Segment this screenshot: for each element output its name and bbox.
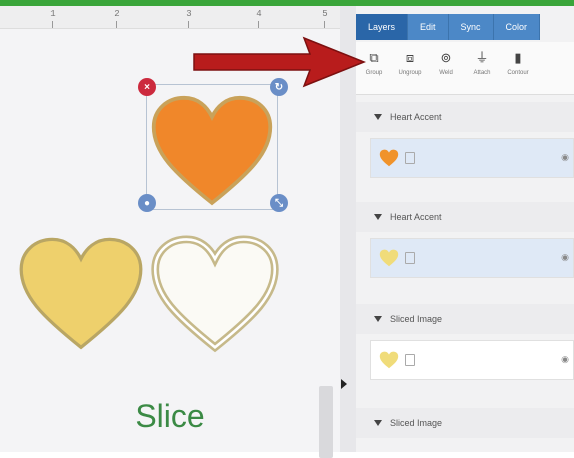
contour-button[interactable]: ▮ Contour xyxy=(500,42,536,94)
layer-group: Sliced Image ◉ xyxy=(356,304,574,380)
ungroup-label: Ungroup xyxy=(398,70,422,76)
caret-down-icon xyxy=(374,114,382,120)
ruler-tick: 5 xyxy=(316,9,334,28)
attach-label: Attach xyxy=(473,70,491,76)
resize-handle-icon[interactable]: ⤡ xyxy=(270,194,288,212)
heart-thumb-icon xyxy=(379,351,399,369)
group-label: Group xyxy=(365,70,383,76)
layer-toolbar: ⧉ Group ⧈ Ungroup ⊚ Weld ⏚ Attach ▮ Cont… xyxy=(356,42,574,95)
ruler-tick: 2 xyxy=(108,9,126,28)
layer-group-title: Sliced Image xyxy=(390,418,443,428)
red-arrow-annotation xyxy=(193,36,367,88)
tab-sync[interactable]: Sync xyxy=(448,14,494,40)
weld-icon: ⊚ xyxy=(440,50,452,65)
attach-button[interactable]: ⏚ Attach xyxy=(464,42,500,94)
outline-heart-shape[interactable] xyxy=(150,234,280,354)
ruler-tick: 3 xyxy=(180,9,198,28)
weld-label: Weld xyxy=(439,70,453,76)
layer-group: Heart Accent ◉ xyxy=(356,202,574,278)
lock-handle-icon[interactable]: ● xyxy=(138,194,156,212)
lock-icon[interactable] xyxy=(405,152,415,164)
layer-group: Sliced Image xyxy=(356,408,574,438)
visibility-icon[interactable]: ◉ xyxy=(561,252,569,263)
caret-down-icon xyxy=(374,316,382,322)
tab-color[interactable]: Color xyxy=(493,14,541,40)
weld-button[interactable]: ⊚ Weld xyxy=(428,42,464,94)
layer-group: Heart Accent ◉ xyxy=(356,102,574,178)
contour-label: Contour xyxy=(507,70,529,76)
visibility-icon[interactable]: ◉ xyxy=(561,354,569,365)
heart-thumb-icon xyxy=(379,149,399,167)
tab-edit[interactable]: Edit xyxy=(408,14,449,40)
yellow-heart-shape[interactable] xyxy=(16,234,146,354)
ruler-tick: 4 xyxy=(250,9,268,28)
orange-heart-shape[interactable] xyxy=(148,94,276,208)
visibility-icon[interactable]: ◉ xyxy=(561,152,569,163)
lock-icon[interactable] xyxy=(405,252,415,264)
layer-row[interactable]: ◉ xyxy=(370,340,574,380)
layer-group-header[interactable]: Heart Accent xyxy=(356,102,574,132)
delete-handle-icon[interactable]: × xyxy=(138,78,156,96)
ungroup-button[interactable]: ⧈ Ungroup xyxy=(392,42,428,94)
panel-tabs: Layers Edit Sync Color xyxy=(356,14,541,40)
caret-down-icon xyxy=(374,214,382,220)
layer-group-title: Heart Accent xyxy=(390,212,442,222)
attach-icon: ⏚ xyxy=(475,50,489,65)
caret-down-icon xyxy=(374,420,382,426)
layer-row[interactable]: ◉ xyxy=(370,138,574,178)
contour-icon: ▮ xyxy=(514,50,522,65)
layer-group-title: Heart Accent xyxy=(390,112,442,122)
slice-label: Slice xyxy=(135,398,205,434)
ruler-tick: 1 xyxy=(44,9,62,28)
layer-group-header[interactable]: Sliced Image xyxy=(356,304,574,334)
lock-icon[interactable] xyxy=(405,354,415,366)
group-icon: ⧉ xyxy=(369,50,379,65)
layer-group-header[interactable]: Sliced Image xyxy=(356,408,574,438)
canvas-scrollbar[interactable] xyxy=(319,386,333,458)
ungroup-icon: ⧈ xyxy=(405,50,415,65)
layer-group-title: Sliced Image xyxy=(390,314,443,324)
collapse-arrow-icon[interactable] xyxy=(341,379,347,389)
layer-group-header[interactable]: Heart Accent xyxy=(356,202,574,232)
top-ruler: 1 2 3 4 5 xyxy=(0,6,340,29)
layer-row[interactable]: ◉ xyxy=(370,238,574,278)
heart-thumb-icon xyxy=(379,249,399,267)
layers-panel: Layers Edit Sync Color ⧉ Group ⧈ Ungroup… xyxy=(356,6,574,452)
